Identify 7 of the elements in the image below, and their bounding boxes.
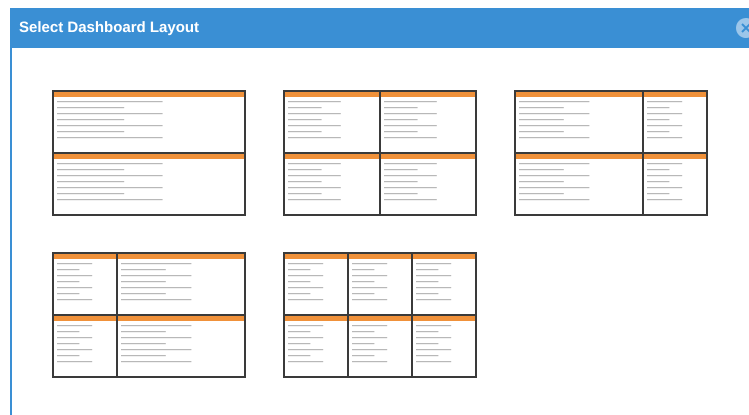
layout-option[interactable] <box>52 90 246 216</box>
dialog-title: Select Dashboard Layout <box>19 18 200 38</box>
layout-option[interactable] <box>514 90 708 216</box>
layout-option[interactable] <box>283 252 477 378</box>
layout-option[interactable] <box>52 252 246 378</box>
close-icon <box>741 23 749 33</box>
layout-option[interactable] <box>283 90 477 216</box>
